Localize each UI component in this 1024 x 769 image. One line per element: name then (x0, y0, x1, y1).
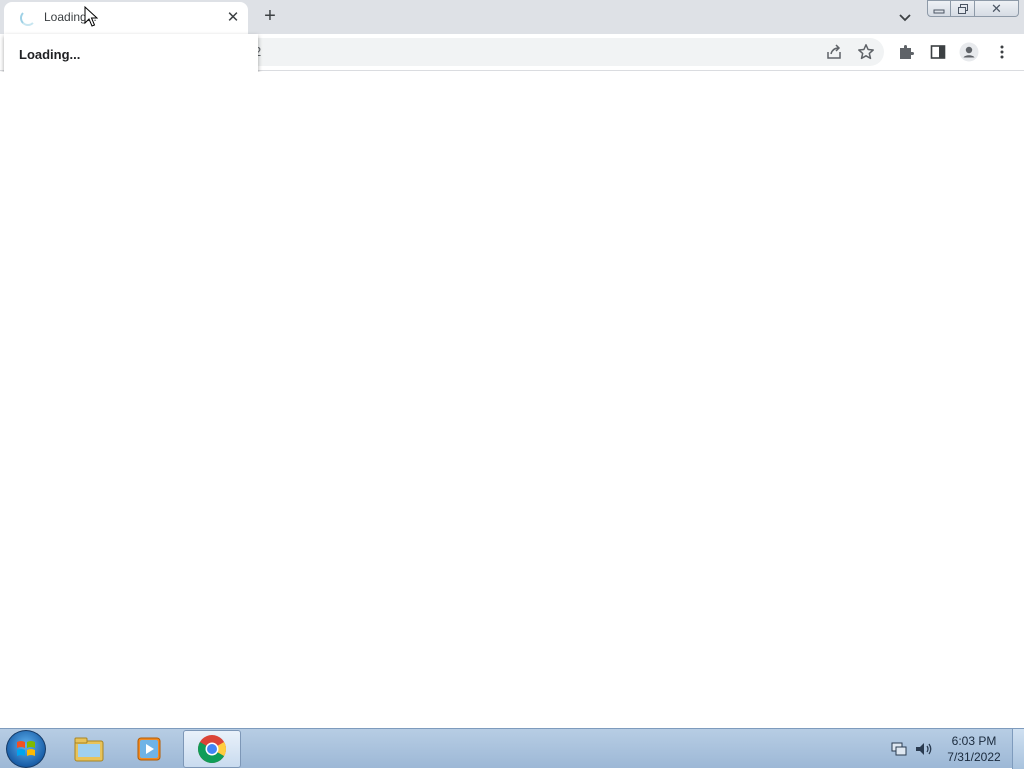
minimize-button[interactable] (927, 0, 951, 17)
page-content (0, 72, 1024, 728)
clock-date: 7/31/2022 (947, 750, 1001, 764)
network-icon[interactable] (890, 740, 908, 758)
share-button[interactable] (823, 41, 845, 63)
tab-search-button[interactable] (894, 6, 916, 28)
show-desktop-button[interactable] (1012, 729, 1024, 769)
taskbar-chrome[interactable] (183, 730, 241, 768)
restore-icon (957, 3, 968, 14)
file-explorer-icon (74, 737, 104, 762)
new-tab-button[interactable]: + (258, 4, 282, 28)
taskbar-clock[interactable]: 6:03 PM 7/31/2022 (940, 733, 1008, 765)
start-button[interactable] (6, 730, 46, 768)
taskbar-file-explorer[interactable] (60, 730, 118, 768)
minimize-icon (933, 9, 945, 13)
clock-time: 6:03 PM (951, 734, 997, 748)
tab-strip: Loading... ✕ + ✕ (0, 0, 1024, 34)
extensions-button[interactable] (895, 41, 917, 63)
side-panel-icon (930, 45, 946, 59)
extensions-icon (900, 45, 914, 59)
bookmark-star-icon (858, 44, 874, 60)
taskbar: 6:03 PM 7/31/2022 (0, 728, 1024, 769)
restore-button[interactable] (951, 0, 975, 17)
window-controls: ✕ (927, 0, 1019, 18)
start-orb-icon (17, 741, 35, 756)
taskbar-media-player[interactable] (120, 730, 178, 768)
menu-icon (1000, 45, 1004, 59)
share-icon (827, 44, 841, 59)
hover-card-title: Loading... (19, 47, 81, 62)
side-panel-button[interactable] (927, 41, 949, 63)
media-player-icon (137, 737, 161, 761)
bookmark-button[interactable] (855, 41, 877, 63)
volume-icon[interactable] (914, 740, 934, 758)
menu-button[interactable] (991, 41, 1013, 63)
loading-spinner-icon (20, 10, 36, 26)
profile-button[interactable] (958, 41, 980, 63)
system-tray (890, 729, 934, 769)
mouse-cursor-icon (84, 6, 98, 27)
chevron-down-icon (899, 14, 911, 22)
tab-close-button[interactable]: ✕ (224, 8, 242, 28)
window-close-button[interactable]: ✕ (975, 0, 1019, 17)
chrome-icon (198, 735, 226, 763)
profile-icon (959, 42, 979, 62)
browser-tab[interactable]: Loading... ✕ (4, 2, 248, 34)
